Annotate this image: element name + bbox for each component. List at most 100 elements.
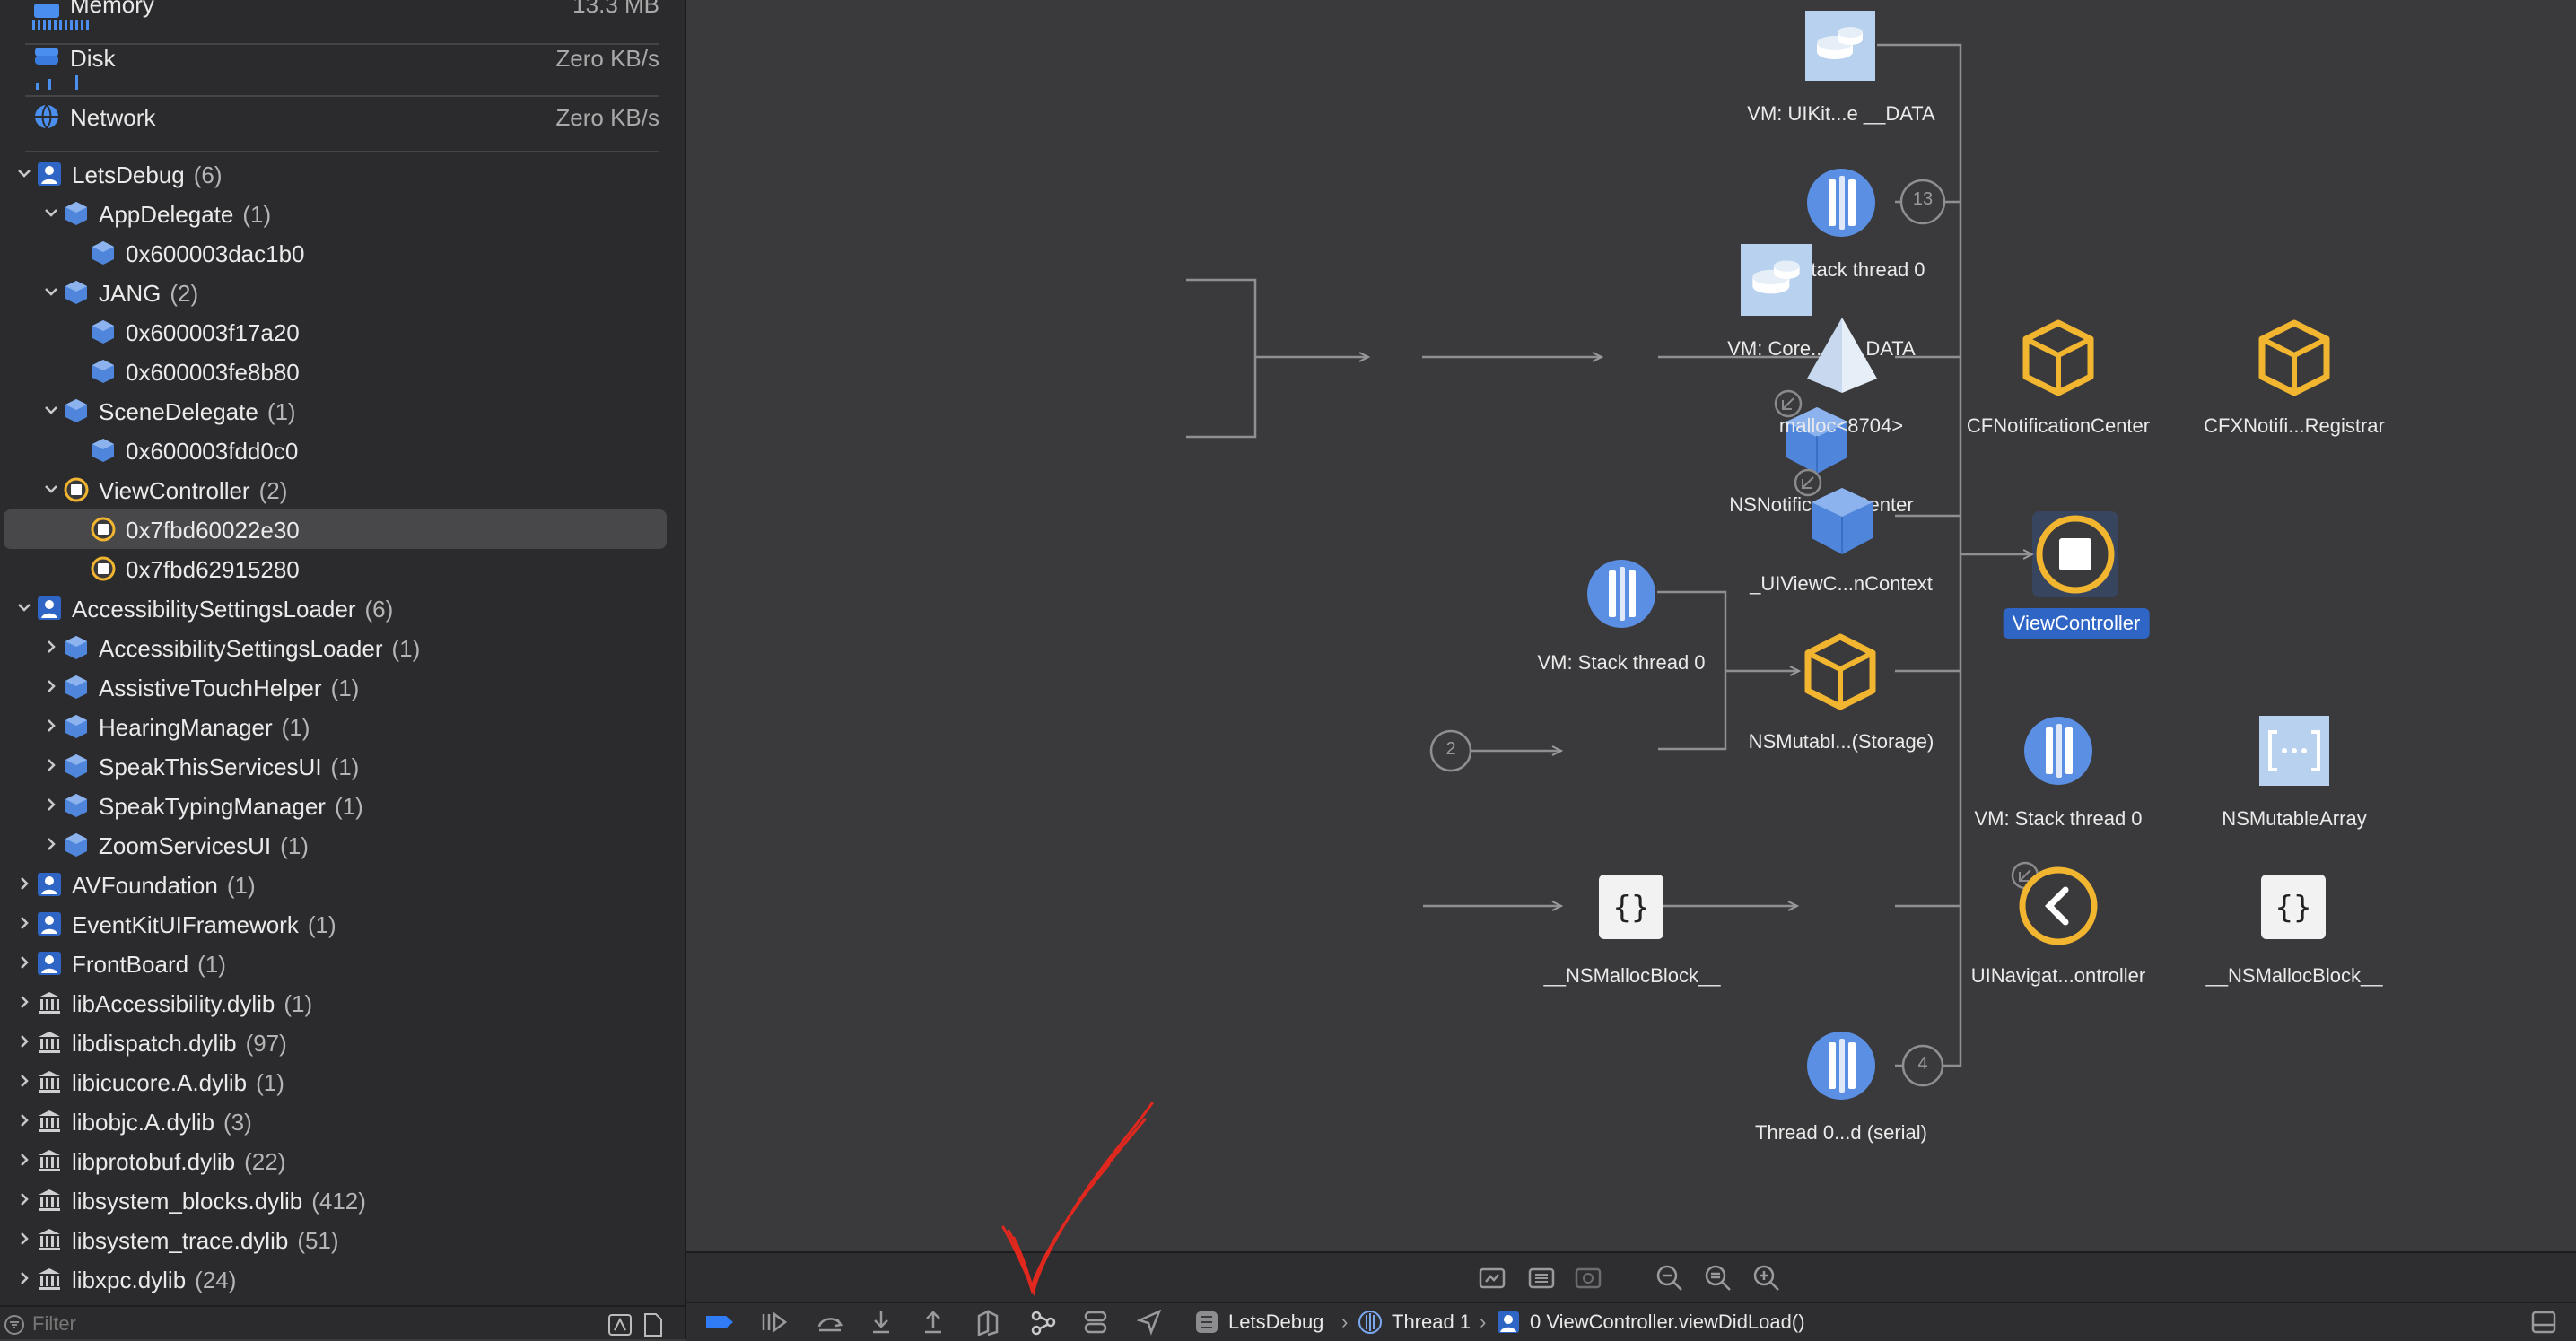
tree-row[interactable]: AccessibilitySettingsLoader (1) [0, 628, 685, 667]
step-over-icon[interactable] [816, 1311, 844, 1334]
tree-row[interactable]: 0x600003dac1b0 [0, 233, 685, 273]
breadcrumb-frame[interactable]: 0 ViewController.viewDidLoad() [1530, 1311, 1805, 1334]
tree-row[interactable]: SceneDelegate (1) [0, 391, 685, 431]
show-layout-icon[interactable] [1479, 1266, 1506, 1291]
filter-icon[interactable] [4, 1314, 25, 1336]
tree-row-count: (97) [245, 1030, 287, 1057]
block-icon[interactable]: {} [2261, 875, 2326, 939]
chevron-right-icon[interactable] [16, 1033, 32, 1049]
chevron-right-icon[interactable] [16, 1191, 32, 1207]
debug-memory-graph-icon[interactable] [1029, 1309, 1058, 1336]
step-into-icon[interactable] [869, 1309, 893, 1336]
chevron-right-icon[interactable] [16, 1152, 32, 1168]
breadcrumb-app[interactable]: LetsDebug [1228, 1311, 1323, 1334]
object-cube-icon[interactable] [2022, 319, 2095, 396]
person-module-icon [38, 873, 61, 896]
continue-icon[interactable] [760, 1311, 789, 1334]
tree-row[interactable]: LetsDebug (6) [0, 154, 685, 194]
chevron-right-icon[interactable] [16, 954, 32, 971]
malloc-pyramid-icon[interactable] [1803, 314, 1881, 396]
tree-row[interactable]: AVFoundation (1) [0, 865, 685, 904]
zoom-actual-icon[interactable] [1704, 1264, 1733, 1293]
chevron-right-icon[interactable] [43, 678, 59, 694]
stack-thread-icon[interactable] [1805, 1030, 1877, 1102]
chevron-down-icon[interactable] [43, 283, 59, 300]
stack-thread-icon[interactable] [2022, 715, 2094, 787]
chevron-right-icon[interactable] [43, 718, 59, 734]
tree-row[interactable]: FrontBoard (1) [0, 944, 685, 983]
vm-region-icon[interactable] [1741, 244, 1812, 316]
tree-row[interactable]: HearingManager (1) [0, 707, 685, 746]
array-icon[interactable] [2259, 716, 2329, 786]
chevron-right-icon[interactable] [43, 757, 59, 773]
block-icon[interactable]: {} [1599, 875, 1663, 939]
tree-row[interactable]: SpeakTypingManager (1) [0, 786, 685, 825]
node-label-viewcontroller[interactable]: ViewController [2003, 608, 2150, 639]
chevron-right-icon[interactable] [16, 1270, 32, 1286]
filter-type-icon[interactable] [608, 1314, 632, 1336]
chevron-right-icon[interactable] [16, 1231, 32, 1247]
tree-row-count: (51) [297, 1227, 339, 1254]
chevron-down-icon[interactable] [16, 599, 32, 615]
stack-thread-icon[interactable] [1805, 167, 1877, 239]
memory-graph-canvas[interactable]: 13 2 4 VM: UIKit...e __DATA VM: Stack th… [686, 0, 2576, 1251]
debug-view-hierarchy-icon[interactable] [975, 1309, 1000, 1336]
tree-row[interactable]: 0x600003f17a20 [0, 312, 685, 352]
tree-row[interactable]: libxpc.dylib (24) [0, 1259, 685, 1299]
node-label-uinavigat: UINavigat...ontroller [1970, 964, 2146, 987]
breakpoints-toggle-icon[interactable] [704, 1311, 735, 1334]
tree-row[interactable]: EventKitUIFramework (1) [0, 904, 685, 944]
zoom-in-icon[interactable] [1752, 1264, 1781, 1293]
tree-row[interactable]: libprotobuf.dylib (22) [0, 1141, 685, 1180]
toggle-console-icon[interactable] [2531, 1311, 2556, 1334]
tree-row[interactable]: ViewController (2) [0, 470, 685, 509]
vm-region-icon[interactable] [1805, 11, 1875, 81]
fit-to-view-icon[interactable] [1575, 1266, 1602, 1291]
tree-row[interactable]: libsystem_blocks.dylib (412) [0, 1180, 685, 1220]
tree-row[interactable]: libdispatch.dylib (97) [0, 1023, 685, 1062]
tree-row[interactable]: ZoomServicesUI (1) [0, 825, 685, 865]
tree-row[interactable]: libAccessibility.dylib (1) [0, 983, 685, 1023]
tree-row[interactable]: libobjc.A.dylib (3) [0, 1102, 685, 1141]
object-cube-icon[interactable] [1803, 633, 1877, 710]
tree-row[interactable]: AssistiveTouchHelper (1) [0, 667, 685, 707]
tree-row[interactable]: libsystem_trace.dylib (51) [0, 1220, 685, 1259]
chevron-right-icon[interactable] [16, 875, 32, 892]
chevron-right-icon[interactable] [43, 797, 59, 813]
chevron-down-icon[interactable] [43, 481, 59, 497]
chevron-down-icon[interactable] [43, 402, 59, 418]
breadcrumb-thread[interactable]: Thread 1 [1392, 1311, 1471, 1334]
viewcontroller-root-icon[interactable] [2032, 511, 2118, 597]
chevron-right-icon[interactable] [16, 994, 32, 1010]
tree-row[interactable]: 0x600003fdd0c0 [0, 431, 685, 470]
filter-input[interactable] [31, 1311, 572, 1337]
navigation-controller-icon[interactable] [2005, 859, 2099, 953]
tree-row[interactable]: libicucore.A.dylib (1) [0, 1062, 685, 1102]
chevron-down-icon[interactable] [43, 205, 59, 221]
tree-row[interactable]: AccessibilitySettingsLoader (6) [0, 588, 685, 628]
step-out-icon[interactable] [921, 1309, 945, 1336]
tree-row[interactable]: JANG (2) [0, 273, 685, 312]
grid-layout-icon[interactable] [1528, 1266, 1555, 1291]
object-cube-icon[interactable] [2257, 319, 2331, 396]
chevron-right-icon[interactable] [16, 1073, 32, 1089]
gauge-memory[interactable]: Memory 13.3 MB [0, 0, 685, 45]
tree-row[interactable]: 0x600003fe8b80 [0, 352, 685, 391]
gauge-disk[interactable]: Disk Zero KB/s [0, 39, 685, 97]
zoom-out-icon[interactable] [1655, 1264, 1684, 1293]
chevron-right-icon[interactable] [16, 915, 32, 931]
tree-row[interactable]: AppDelegate (1) [0, 194, 685, 233]
environment-overrides-icon[interactable] [1083, 1309, 1108, 1336]
chevron-right-icon[interactable] [43, 639, 59, 655]
simulate-location-icon[interactable] [1137, 1309, 1162, 1336]
tree-row[interactable]: 0x7fbd62915280 [0, 549, 685, 588]
chevron-right-icon[interactable] [16, 1112, 32, 1128]
stack-thread-icon[interactable] [1585, 558, 1657, 630]
filter-document-icon[interactable] [642, 1312, 664, 1337]
tree-row[interactable]: SpeakThisServicesUI (1) [0, 746, 685, 786]
tree-row[interactable]: 0x7fbd60022e30 [0, 509, 685, 549]
chevron-down-icon[interactable] [16, 165, 32, 181]
object-cube-icon[interactable] [1790, 466, 1883, 560]
gauge-network[interactable]: Network Zero KB/s [0, 97, 685, 152]
chevron-right-icon[interactable] [43, 836, 59, 852]
